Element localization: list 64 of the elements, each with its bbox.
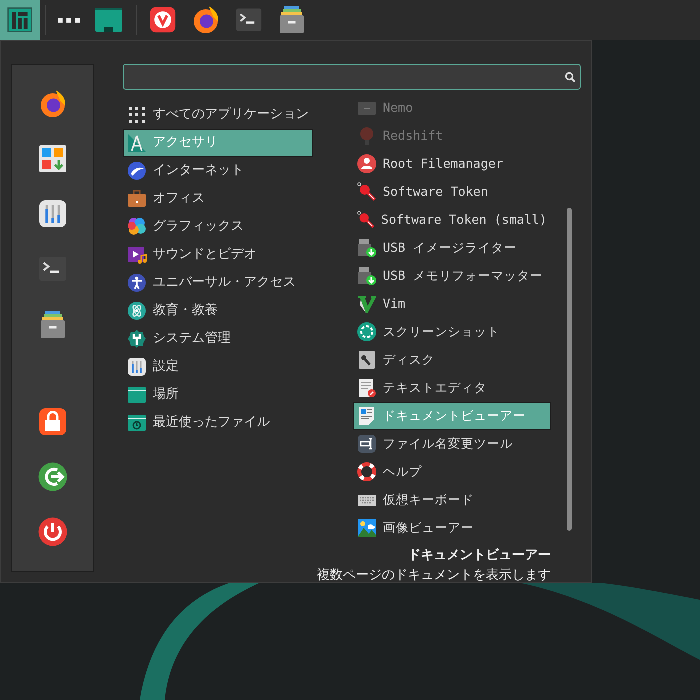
app-item[interactable]: 画像ビューアー xyxy=(353,514,551,542)
file-cabinet-icon xyxy=(277,5,307,35)
globe-icon xyxy=(127,161,147,181)
aperture-icon xyxy=(357,322,377,342)
app-description: 複数ページのドキュメントを表示します xyxy=(316,566,551,584)
v-logo-icon xyxy=(357,294,377,314)
category-item[interactable]: すべてのアプリケーション xyxy=(123,101,313,129)
dots-icon xyxy=(58,18,80,22)
person-icon xyxy=(127,273,147,293)
lifebuoy-icon xyxy=(357,462,377,482)
sliders-icon xyxy=(38,199,68,230)
search-field[interactable] xyxy=(123,64,581,90)
category-item[interactable]: サウンドとビデオ xyxy=(123,241,313,269)
category-item[interactable]: グラフィックス xyxy=(123,213,313,241)
start-menu-button[interactable] xyxy=(0,0,40,40)
search-icon xyxy=(565,72,576,82)
lock-icon xyxy=(38,406,68,437)
document-icon xyxy=(357,406,377,426)
terminal-icon xyxy=(235,6,263,34)
app-item[interactable]: ディスク xyxy=(353,346,551,374)
app-item[interactable]: Software Token (small) xyxy=(353,206,551,234)
app-item[interactable]: Software Token xyxy=(353,178,551,206)
usb-drive-icon xyxy=(357,266,377,286)
app-item[interactable]: 仮想キーボード xyxy=(353,486,551,514)
category-item[interactable]: 設定 xyxy=(123,353,313,381)
key-icon xyxy=(357,210,376,230)
category-item[interactable]: インターネット xyxy=(123,157,313,185)
power-icon xyxy=(38,516,68,547)
flower-icon xyxy=(127,217,147,237)
app-item[interactable]: USB メモリフォーマッター xyxy=(353,262,551,290)
rename-icon xyxy=(357,434,377,454)
logout-icon xyxy=(38,462,68,492)
briefcase-icon xyxy=(127,189,147,209)
v-logo-icon xyxy=(149,6,177,34)
grid-icon xyxy=(127,105,147,125)
key-icon xyxy=(357,182,377,202)
user-icon xyxy=(357,154,377,174)
app-item[interactable]: Vim xyxy=(353,290,551,318)
app-item[interactable]: Root Filemanager xyxy=(353,150,551,178)
scrollbar[interactable] xyxy=(567,208,572,531)
app-title: ドキュメントビューアー xyxy=(407,547,551,565)
logo-icon xyxy=(7,7,33,33)
folder-icon xyxy=(94,5,124,35)
app-item[interactable]: テキストエディタ xyxy=(353,374,551,402)
fox-icon xyxy=(191,5,221,35)
category-item[interactable]: 最近使ったファイル xyxy=(123,409,313,437)
app-item[interactable]: ヘルプ xyxy=(353,458,551,486)
app-item[interactable]: ファイル名変更ツール xyxy=(353,430,551,458)
category-item[interactable]: 教育・教養 xyxy=(123,297,313,325)
folder-clock-icon xyxy=(127,413,147,433)
image-icon xyxy=(357,518,377,538)
sliders-icon xyxy=(127,357,147,377)
category-item[interactable]: システム管理 xyxy=(123,325,313,353)
document-icon xyxy=(357,378,377,398)
folder-icon xyxy=(127,385,147,405)
category-item[interactable]: オフィス xyxy=(123,185,313,213)
usb-drive-icon xyxy=(357,238,377,258)
app-grid-icon xyxy=(38,144,68,174)
app-item[interactable]: USB イメージライター xyxy=(353,234,551,262)
app-item[interactable]: スクリーンショット xyxy=(353,318,551,346)
category-item[interactable]: 場所 xyxy=(123,381,313,409)
atom-icon xyxy=(127,301,147,321)
film-icon xyxy=(127,245,147,265)
category-item[interactable]: ユニバーサル・アクセス xyxy=(123,269,313,297)
